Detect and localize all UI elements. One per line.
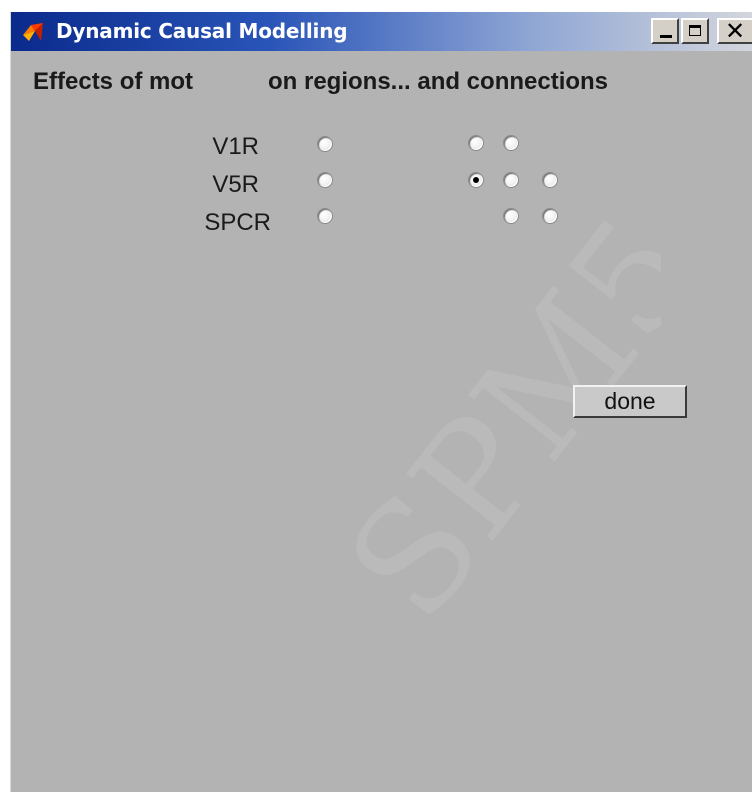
spm-watermark: SPM5: [315, 187, 661, 642]
regions-connections-label: on regions... and connections: [268, 68, 609, 95]
region-radio-v5r[interactable]: [317, 172, 333, 188]
connection-radio-3-1[interactable]: [503, 208, 519, 224]
region-radio-spcr[interactable]: [317, 208, 333, 224]
dcm-window: Dynamic Causal Modelling ✕ SPM5 Effects …: [10, 12, 752, 792]
close-button[interactable]: ✕: [717, 18, 752, 44]
minimize-button[interactable]: [651, 18, 679, 44]
connection-radio-3-2[interactable]: [542, 208, 558, 224]
window-title: Dynamic Causal Modelling: [56, 19, 348, 43]
region-label-spcr: SPCR: [204, 209, 271, 236]
region-label-v1r: V1R: [212, 133, 259, 160]
region-label-v5r: V5R: [212, 171, 259, 198]
connection-radio-2-1[interactable]: [468, 172, 484, 188]
connection-radio-2-3[interactable]: [542, 172, 558, 188]
effects-label: Effects of mot: [33, 68, 194, 95]
maximize-button[interactable]: [681, 18, 709, 44]
title-bar[interactable]: Dynamic Causal Modelling ✕: [11, 12, 752, 51]
connection-radio-1-1[interactable]: [468, 135, 484, 151]
connection-radio-2-2[interactable]: [503, 172, 519, 188]
maximize-icon: [689, 25, 701, 36]
close-icon: ✕: [725, 17, 746, 45]
region-radio-v1r[interactable]: [317, 136, 333, 152]
connection-radio-1-2[interactable]: [503, 135, 519, 151]
matlab-logo-icon: [23, 23, 43, 41]
done-button[interactable]: done: [573, 385, 687, 418]
minimize-icon: [660, 35, 672, 38]
